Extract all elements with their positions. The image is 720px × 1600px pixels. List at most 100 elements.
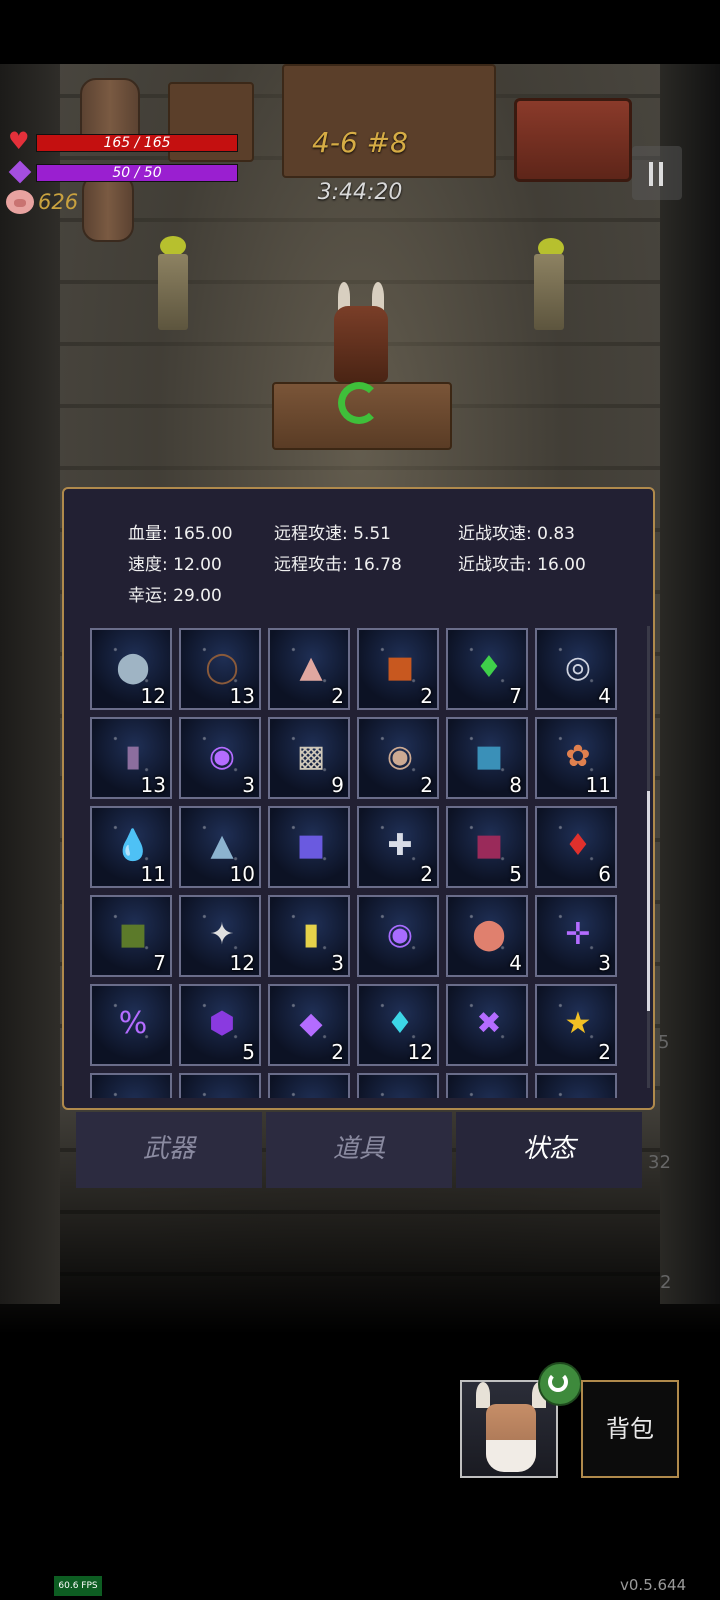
item-slot[interactable]: ■ 2 [357,628,439,710]
stat-ranged-attack: 远程攻击: 16.78 [274,550,402,575]
red-book-icon: ■ [474,827,504,863]
cross-rune-icon: ✛ [565,916,591,952]
item-slot[interactable] [179,1073,261,1098]
item-slot[interactable]: ◉ 2 [357,717,439,799]
item-slot[interactable]: ■ 8 [446,717,528,799]
item-slot[interactable] [357,1073,439,1098]
scroll-icon: ▮ [302,916,320,952]
swap-hero-icon[interactable] [538,1362,582,1406]
run-timer: 3:44:20 [317,180,403,205]
item-slot[interactable] [90,1073,172,1098]
stat-value: 16.78 [353,555,402,575]
tab-weapons[interactable]: 武器 [76,1112,262,1188]
candies-icon: ✿ [565,738,591,774]
item-slot[interactable]: ♦ 7 [446,628,528,710]
boots-icon: ▮ [124,738,142,774]
item-slot[interactable]: ▮ 13 [90,717,172,799]
stat-value: 165.00 [173,524,233,544]
hero-character [334,306,388,382]
item-count: 8 [509,773,522,797]
scrollbar-thumb[interactable] [647,791,650,1011]
item-slot[interactable]: 💧 11 [90,806,172,888]
spiral-rune-icon: ◉ [208,738,236,774]
bookshelf [282,64,496,178]
stat-value: 16.00 [537,555,586,575]
item-slot[interactable]: ▩ 9 [268,717,350,799]
cyan-crystal-icon: ♦ [386,1005,414,1041]
item-count: 6 [598,862,611,886]
item-count: 2 [331,684,344,708]
spellbook-icon: ■ [385,649,415,685]
bag-button[interactable]: 背包 [581,1380,679,1478]
refresh-icon[interactable] [338,382,380,424]
item-slot[interactable]: ◉ 3 [179,717,261,799]
tab-status[interactable]: 状态 [456,1112,642,1188]
item-slot[interactable]: ◉ [357,895,439,977]
water-drop-icon: 💧 [114,827,152,863]
pause-icon [659,162,663,186]
stat-melee-attack: 近战攻击: 16.00 [458,550,586,575]
item-slot[interactable]: % [90,984,172,1066]
item-slot[interactable]: ⬤ 4 [446,895,528,977]
stat-label: 近战攻击: [458,555,532,575]
percent-rune-icon: % [118,1005,148,1041]
side-count: 32 [648,1152,671,1173]
torch-pillar [534,254,564,330]
crystal-book-icon: ■ [296,827,326,863]
item-slot[interactable]: ◯ 13 [179,628,261,710]
item-count: 3 [331,951,344,975]
ore-icon: ▩ [296,738,326,774]
stat-label: 速度: [128,555,168,575]
item-count: 12 [229,951,255,975]
stat-label: 幸运: [128,586,168,606]
item-slot[interactable]: ✖ [446,984,528,1066]
wall-right [660,64,720,1304]
stat-value: 12.00 [173,555,222,575]
vase-icon: ◉ [386,738,414,774]
item-slot[interactable]: ✛ 3 [535,895,617,977]
stat-label: 血量: [128,524,168,544]
tab-props[interactable]: 道具 [266,1112,452,1188]
stone-icon: ⬤ [116,649,150,685]
item-slot[interactable]: ✦ 12 [179,895,261,977]
stat-label: 近战攻速: [458,524,532,544]
stage-label: 4-6 #8 [312,126,408,159]
item-slot[interactable]: ◎ 4 [535,628,617,710]
item-slot[interactable]: ▲ 2 [268,628,350,710]
item-slot[interactable]: ★ 2 [535,984,617,1066]
item-count: 13 [229,684,255,708]
item-slot[interactable]: ▮ 3 [268,895,350,977]
item-scrollbar[interactable] [647,626,650,1088]
item-grid[interactable]: ⬤ 12 ◯ 13 ▲ 2 ■ 2 ♦ 7 ◎ 4 ▮ 13 ◉ 3 ▩ 9 ◉ 2 ■ 8 ✿ 11 💧 11 ▲ 10 ■ ✚ 2 ■ 5 ♦… [90,628,630,1098]
stat-luck: 幸运: 29.00 [128,581,222,606]
status-panel: 血量: 165.00 远程攻速: 5.51 近战攻速: 0.83 速度: 12.… [62,487,655,1110]
item-count: 3 [598,951,611,975]
item-slot[interactable]: ■ 5 [446,806,528,888]
item-slot[interactable]: ✿ 11 [535,717,617,799]
pause-button[interactable] [632,146,682,200]
item-slot[interactable]: ■ 7 [90,895,172,977]
item-count: 4 [509,951,522,975]
hammer-icon: ▲ [210,827,234,863]
item-slot[interactable]: ♦ 12 [357,984,439,1066]
stat-melee-speed: 近战攻速: 0.83 [458,519,575,544]
item-slot[interactable] [446,1073,528,1098]
item-slot[interactable]: ◆ 2 [268,984,350,1066]
item-count: 10 [229,862,255,886]
item-slot[interactable] [535,1073,617,1098]
item-slot[interactable]: ♦ 6 [535,806,617,888]
stat-speed: 速度: 12.00 [128,550,222,575]
item-count: 2 [598,1040,611,1064]
item-slot[interactable]: ■ [268,806,350,888]
item-count: 11 [140,862,166,886]
item-count: 13 [140,773,166,797]
item-slot[interactable] [268,1073,350,1098]
stat-value: 5.51 [353,524,391,544]
torch-flame [160,236,186,256]
item-count: 5 [242,1040,255,1064]
item-slot[interactable]: ⬤ 12 [90,628,172,710]
item-slot[interactable]: ✚ 2 [357,806,439,888]
item-slot[interactable]: ▲ 10 [179,806,261,888]
item-slot[interactable]: ⬢ 5 [179,984,261,1066]
side-count: 2 [660,1272,672,1293]
